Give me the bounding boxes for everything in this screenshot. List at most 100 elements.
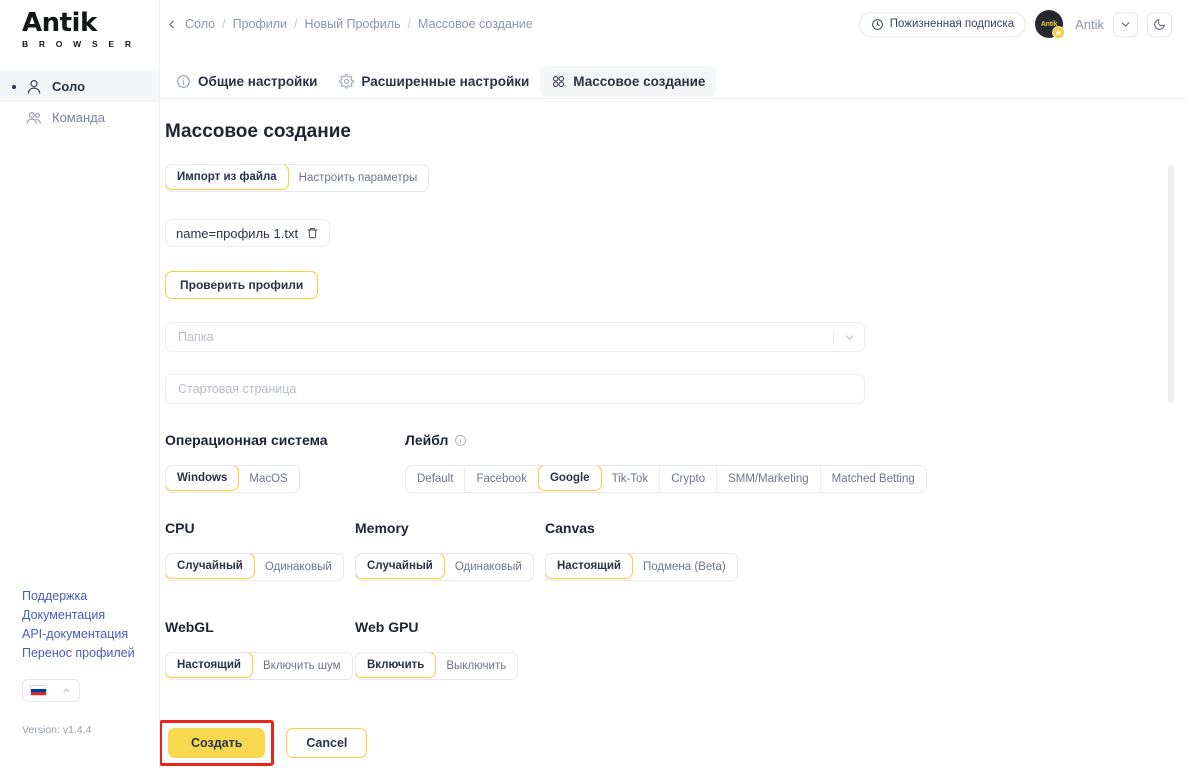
folder-dropdown-arrow[interactable] <box>833 323 856 351</box>
breadcrumb-item-profiles[interactable]: Профили <box>233 17 287 31</box>
gear-icon <box>339 73 355 89</box>
users-icon <box>25 109 43 127</box>
version-label: Version: v1.4.4 <box>22 724 92 736</box>
cpu-section: CPU Случайный Одинаковый <box>165 520 355 581</box>
canvas-section: Canvas Настоящий Подмена (Beta) <box>545 520 738 581</box>
label-option-smm-marketing[interactable]: SMM/Marketing <box>717 466 821 492</box>
sidebar-item-team[interactable]: Команда <box>0 102 159 133</box>
link-support[interactable]: Поддержка <box>22 587 135 606</box>
folder-field[interactable] <box>165 322 865 352</box>
trash-icon[interactable] <box>306 226 319 240</box>
webgpu-toggle-group: Включить Выключить <box>355 652 519 680</box>
webgl-toggle-group: Настоящий Включить шум <box>165 652 353 680</box>
canvas-option-real[interactable]: Настоящий <box>545 554 634 579</box>
breadcrumb-item-bulk-creation[interactable]: Массовое создание <box>418 17 533 31</box>
tab-label: Расширенные настройки <box>361 73 530 89</box>
create-button-highlight: Создать <box>160 720 275 766</box>
info-icon[interactable] <box>454 434 467 447</box>
field-divider <box>833 329 834 345</box>
webgpu-option-enable[interactable]: Включить <box>356 653 437 678</box>
active-bullet-icon <box>12 84 16 89</box>
russia-flag-icon <box>30 685 47 696</box>
user-name-label[interactable]: Antik <box>1075 17 1104 32</box>
label-option-tik-tok[interactable]: Tik-Tok <box>600 466 661 492</box>
back-arrow-icon[interactable] <box>165 18 178 31</box>
label-option-crypto[interactable]: Crypto <box>660 466 718 492</box>
webgl-option-real[interactable]: Настоящий <box>165 653 254 678</box>
moon-icon <box>1154 18 1165 30</box>
os-option-windows[interactable]: Windows <box>165 466 240 491</box>
link-profile-migration[interactable]: Перенос профилей <box>22 644 135 663</box>
cpu-option-same[interactable]: Одинаковый <box>253 554 343 580</box>
scrollbar-track[interactable] <box>1168 160 1180 760</box>
brand-submark: B R O W S E R <box>22 39 136 49</box>
label-section: Лейбл Default Facebook Google Tik-Tok Cr… <box>405 432 927 493</box>
scrollbar-thumb[interactable] <box>1168 165 1174 403</box>
cpu-option-random[interactable]: Случайный <box>165 554 255 579</box>
breadcrumb-item-solo[interactable]: Соло <box>185 17 215 31</box>
mode-option-import-from-file[interactable]: Импорт из файла <box>166 165 289 190</box>
cpu-toggle-group: Случайный Одинаковый <box>165 553 344 581</box>
check-profiles-button[interactable]: Проверить профили <box>165 271 319 299</box>
sidebar-footer-links: Поддержка Документация API-документация … <box>22 587 135 663</box>
user-menu-button[interactable] <box>1113 11 1138 37</box>
webgl-option-noise[interactable]: Включить шум <box>252 653 352 679</box>
bullet-placeholder-icon <box>12 116 16 120</box>
label-option-default[interactable]: Default <box>406 466 466 492</box>
os-option-macos[interactable]: MacOS <box>238 466 299 492</box>
label-section-title: Лейбл <box>405 432 927 448</box>
memory-option-same[interactable]: Одинаковый <box>443 554 533 580</box>
memory-option-random[interactable]: Случайный <box>355 554 445 579</box>
canvas-option-spoof-beta[interactable]: Подмена (Beta) <box>632 554 737 580</box>
uploaded-file-chip: name=профиль 1.txt <box>165 219 331 247</box>
mode-option-configure-params[interactable]: Настроить параметры <box>287 165 429 191</box>
cancel-button[interactable]: Cancel <box>286 728 368 758</box>
user-icon <box>25 78 43 96</box>
grid-icon <box>553 75 565 87</box>
memory-section-title: Memory <box>355 520 409 536</box>
create-button[interactable]: Создать <box>168 728 266 758</box>
os-section-title: Операционная система <box>165 432 328 448</box>
breadcrumb-item-new-profile[interactable]: Новый Профиль <box>305 17 401 31</box>
mode-toggle-group: Импорт из файла Настроить параметры <box>165 164 430 192</box>
tab-advanced-settings[interactable]: Расширенные настройки <box>328 66 540 97</box>
link-api-documentation[interactable]: API-документация <box>22 625 135 644</box>
label-section-title-text: Лейбл <box>405 432 449 448</box>
canvas-section-title: Canvas <box>545 520 595 536</box>
chevron-down-icon <box>845 334 854 340</box>
webgl-section-title: WebGL <box>165 619 214 635</box>
memory-toggle-group: Случайный Одинаковый <box>355 553 534 581</box>
top-header: Соло / Профили / Новый Профиль / Массово… <box>160 0 1186 56</box>
webgpu-section-title: Web GPU <box>355 619 419 635</box>
subscription-badge[interactable]: Пожизненная подписка <box>858 11 1027 37</box>
memory-section: Memory Случайный Одинаковый <box>355 520 545 581</box>
main-content: Массовое создание Импорт из файла Настро… <box>160 99 1186 768</box>
info-icon <box>177 74 190 88</box>
label-option-facebook[interactable]: Facebook <box>465 466 539 492</box>
os-label-row: Операционная система Windows MacOS Лейбл… <box>165 432 1186 493</box>
header-actions: Пожизненная подписка Antik Antik <box>858 10 1172 39</box>
label-option-matched-betting[interactable]: Matched Betting <box>820 466 926 492</box>
start-page-input[interactable] <box>166 375 864 403</box>
star-badge-icon <box>1052 26 1065 39</box>
chevron-down-icon <box>1121 21 1130 27</box>
theme-toggle-button[interactable] <box>1147 11 1172 37</box>
avatar[interactable]: Antik <box>1035 10 1065 39</box>
breadcrumb-separator: / <box>222 17 226 31</box>
brand-logo[interactable]: Antik B R O W S E R <box>0 0 159 49</box>
sidebar: Antik B R O W S E R Соло Команда Поддерж… <box>0 0 160 768</box>
os-toggle-group: Windows MacOS <box>165 465 300 493</box>
link-documentation[interactable]: Документация <box>22 606 135 625</box>
os-section: Операционная система Windows MacOS <box>165 432 405 493</box>
language-selector[interactable] <box>22 679 80 702</box>
sidebar-item-solo[interactable]: Соло <box>0 71 159 102</box>
tab-bulk-creation[interactable]: Массовое создание <box>540 65 717 97</box>
sidebar-item-label: Соло <box>52 79 86 94</box>
start-page-field[interactable] <box>165 374 865 404</box>
label-option-google[interactable]: Google <box>537 466 602 491</box>
folder-input[interactable] <box>166 323 864 351</box>
sidebar-item-label: Команда <box>52 110 105 125</box>
webgpu-option-disable[interactable]: Выключить <box>435 653 518 679</box>
tab-general-settings[interactable]: Общие настройки <box>165 66 328 97</box>
clock-icon <box>871 18 883 30</box>
